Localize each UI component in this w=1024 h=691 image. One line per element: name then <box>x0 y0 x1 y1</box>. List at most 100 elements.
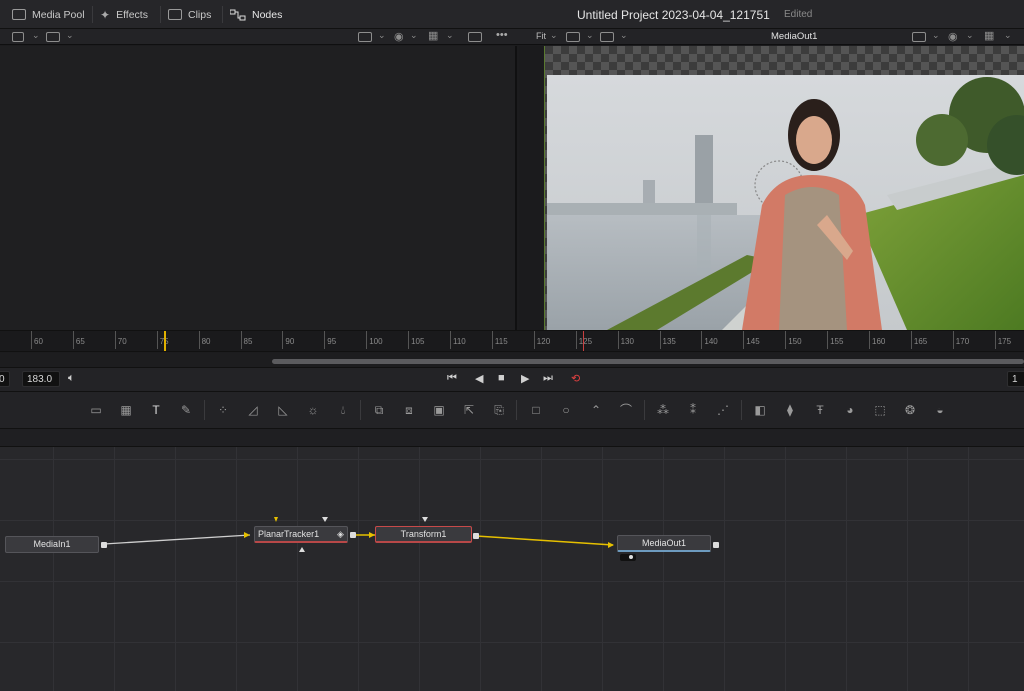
ruler-tick <box>994 331 996 349</box>
renderer-3d-icon[interactable]: ❂ <box>903 403 917 417</box>
chevron-down-icon[interactable]: ⌄ <box>446 30 454 41</box>
particle-style-icon[interactable]: ⋰ <box>716 403 730 417</box>
paint-brush-icon[interactable]: ✎ <box>179 403 193 417</box>
chevron-down-icon[interactable]: ⌄ <box>66 30 74 41</box>
stop-icon[interactable]: ■ <box>498 372 505 384</box>
viewer-options-bar: ⌄ ⌄ ⌄ ◉ ⌄ ▦ ⌄ ••• Fit ⌄ ⌄ ⌄ MediaOut1 ⌄ … <box>0 29 1024 45</box>
mediaout-view-indicator[interactable] <box>620 554 636 561</box>
ruler-tick-label: 155 <box>830 337 844 346</box>
left-viewer-frame-icon[interactable] <box>468 32 482 42</box>
chevron-down-icon[interactable]: ⌄ <box>586 30 594 41</box>
chevron-down-icon[interactable]: ⌄ <box>1004 30 1012 41</box>
particle-render-icon[interactable]: ⁑ <box>686 403 700 417</box>
particles-icon[interactable]: ⁘ <box>216 403 230 417</box>
runner-photo <box>547 75 1024 330</box>
media-pool-button[interactable]: Media Pool <box>12 0 85 29</box>
right-viewer-roi-icon[interactable] <box>912 32 926 42</box>
rectangle-mask-icon[interactable]: □ <box>529 403 543 417</box>
left-grid-icon[interactable]: ▦ <box>428 29 438 42</box>
top-toolbar: Media Pool ✦ Effects Clips Nodes Untitle… <box>0 0 1024 29</box>
nodes-button[interactable]: Nodes <box>230 0 282 29</box>
clips-button[interactable]: Clips <box>168 0 211 29</box>
viewer-layout-icon[interactable] <box>12 32 24 42</box>
right-grid-icon[interactable]: ▦ <box>984 29 994 42</box>
ruler-tick-label: 135 <box>662 337 676 346</box>
polygon-mask-icon[interactable]: ⌃ <box>589 403 603 417</box>
resize-icon[interactable]: ⇱ <box>462 403 476 417</box>
brightness-contrast-icon[interactable]: ☼ <box>306 403 320 417</box>
chevron-down-icon[interactable]: ⌄ <box>966 30 974 41</box>
go-to-end-icon[interactable]: ⏭︎ <box>543 372 553 385</box>
end-frame-field[interactable]: 183.0 <box>22 371 60 387</box>
fit-dropdown[interactable]: Fit <box>536 31 546 41</box>
chevron-down-icon[interactable]: ⌄ <box>32 30 40 41</box>
node-planartracker1[interactable]: PlanarTracker1 <box>254 526 348 543</box>
node-editor-header <box>0 429 1024 447</box>
project-status: Edited <box>784 9 813 20</box>
current-frame-field[interactable]: 1 <box>1007 371 1024 387</box>
ruler-tick <box>366 331 368 349</box>
viewer-display-icon[interactable] <box>46 32 60 42</box>
transform-output-port[interactable] <box>473 533 479 539</box>
camera-3d-icon[interactable]: ◕ <box>843 403 857 417</box>
play-icon[interactable]: ▶ <box>521 372 529 385</box>
matte-control-icon[interactable]: ⧈ <box>402 403 416 417</box>
ruler-tick <box>198 331 200 349</box>
ruler-tick <box>72 331 74 349</box>
bspline-icon[interactable]: ◺ <box>276 403 290 417</box>
right-viewer-display-icon[interactable] <box>600 32 614 42</box>
left-viewer-roi-icon[interactable] <box>358 32 372 42</box>
left-color-channel-icon[interactable]: ◉ <box>394 30 404 43</box>
bspline-mask-icon[interactable]: ⌒ <box>619 403 633 417</box>
effects-button[interactable]: ✦ Effects <box>100 0 148 29</box>
chevron-down-icon[interactable]: ⌄ <box>620 30 628 41</box>
planartracker-output-port[interactable] <box>350 532 356 538</box>
node-editor[interactable]: MediaIn1 PlanarTracker1 ◈ Transform1 Med… <box>0 447 1024 691</box>
mask-polygon-icon[interactable]: ◿ <box>246 403 260 417</box>
shape-3d-icon[interactable]: ◧ <box>753 403 767 417</box>
playhead[interactable] <box>164 331 166 351</box>
planartracker-view-icon[interactable]: ◈ <box>337 529 344 540</box>
ruler-tick <box>491 331 493 349</box>
merge-3d-icon[interactable]: ⧫ <box>783 403 797 417</box>
particle-emitter-icon[interactable]: ⁂ <box>656 403 670 417</box>
left-more-options-icon[interactable]: ••• <box>496 29 508 41</box>
time-ruler[interactable]: 6065707580859095100105110115120125130135… <box>0 330 1024 352</box>
audio-speaker-icon[interactable]: 🔈︎ <box>68 372 75 385</box>
color-corrector-icon[interactable]: 💧︎ <box>336 403 350 417</box>
go-to-start-icon[interactable]: ⏮︎ <box>447 372 457 385</box>
right-color-channel-icon[interactable]: ◉ <box>948 30 958 43</box>
start-frame-field[interactable]: 0 <box>0 371 10 387</box>
play-reverse-icon[interactable]: ◀ <box>475 372 483 385</box>
ruler-tick <box>827 331 829 349</box>
fast-noise-tool-icon[interactable]: ▦ <box>119 403 133 417</box>
loader-icon[interactable]: ⎘ <box>492 403 506 417</box>
mediain-output-port[interactable] <box>101 542 107 548</box>
background-tool-icon[interactable]: ▭ <box>89 403 103 417</box>
loop-icon[interactable]: ⟲ <box>571 372 580 385</box>
ruler-tick <box>282 331 284 349</box>
node-transform1[interactable]: Transform1 <box>375 526 472 543</box>
right-viewer-layout-icon[interactable] <box>566 32 580 42</box>
node-mediain1[interactable]: MediaIn1 <box>5 536 99 553</box>
text-tool-icon[interactable]: T <box>149 403 163 417</box>
chevron-down-icon[interactable]: ⌄ <box>550 30 558 41</box>
ruler-tick-label: 65 <box>75 337 85 346</box>
imageplane-3d-icon[interactable]: ⬚ <box>873 403 887 417</box>
left-viewer[interactable] <box>0 46 517 330</box>
chevron-down-icon[interactable]: ⌄ <box>410 30 418 41</box>
separator <box>741 400 742 420</box>
channel-booleans-icon[interactable]: ▣ <box>432 403 446 417</box>
timeline-scroll-thumb[interactable] <box>272 359 1024 364</box>
node-mediaout1[interactable]: MediaOut1 <box>617 535 711 552</box>
merge-icon[interactable]: ⧉ <box>372 403 386 417</box>
spherical-camera-icon[interactable]: ◒ <box>933 403 947 417</box>
ellipse-mask-icon[interactable]: ○ <box>559 403 573 417</box>
text-3d-icon[interactable]: Ŧ <box>813 403 827 417</box>
clips-label: Clips <box>188 8 212 21</box>
mediaout-output-port[interactable] <box>713 542 719 548</box>
chevron-down-icon[interactable]: ⌄ <box>378 30 386 41</box>
transport-bar <box>0 367 1024 392</box>
ruler-tick <box>240 331 242 349</box>
chevron-down-icon[interactable]: ⌄ <box>932 30 940 41</box>
